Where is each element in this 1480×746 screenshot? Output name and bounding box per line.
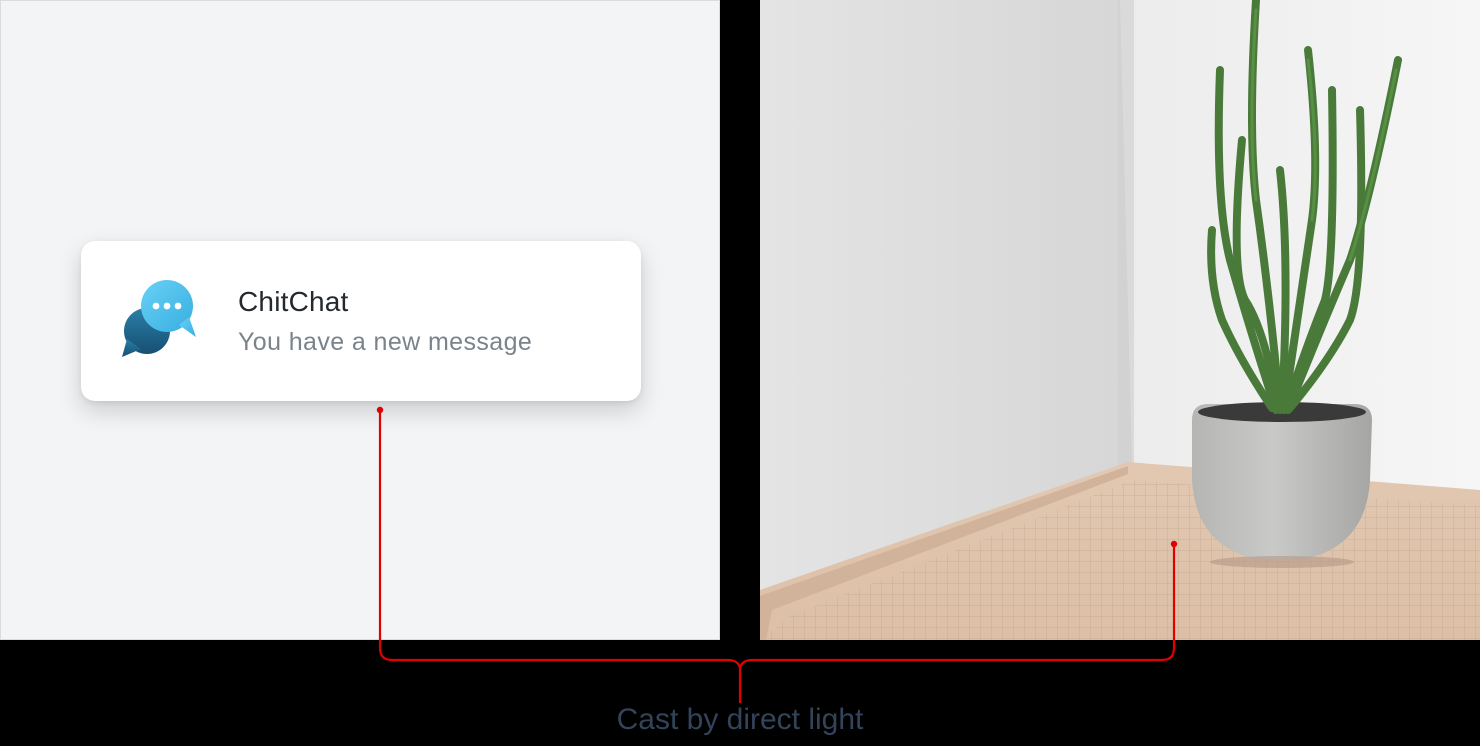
annotation-bracket [376, 406, 1178, 703]
left-anchor-dot [376, 406, 384, 414]
right-anchor-dot [1170, 540, 1178, 548]
annotation-caption: Cast by direct light [616, 703, 864, 736]
